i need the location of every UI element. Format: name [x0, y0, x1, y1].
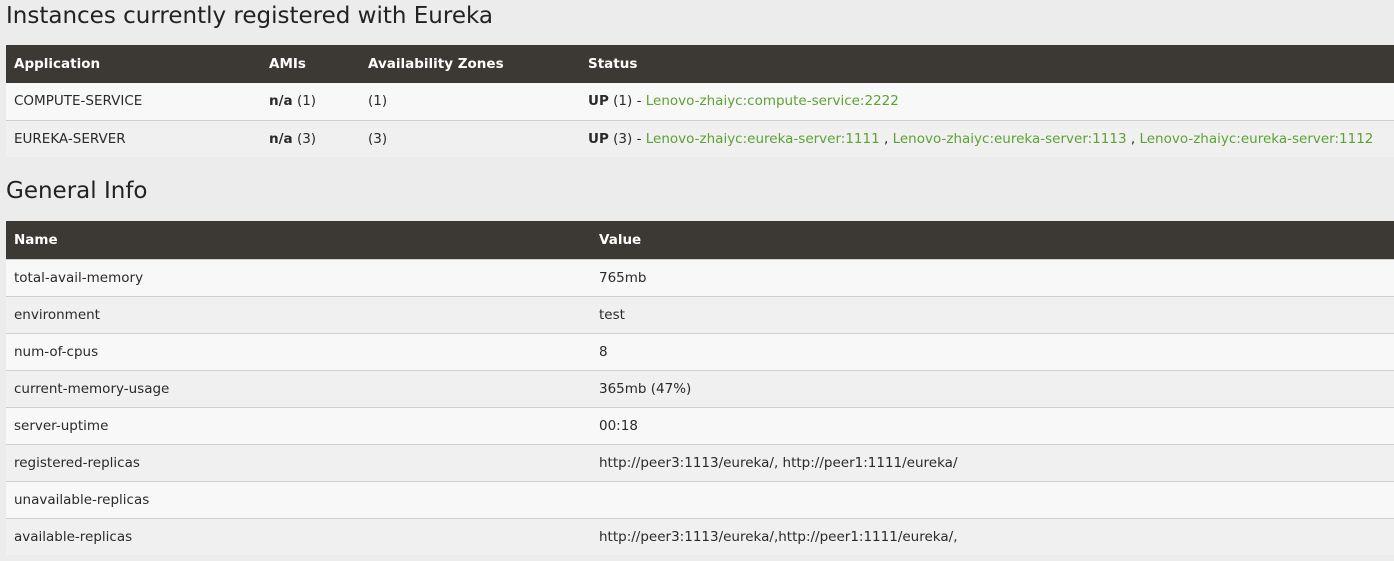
- info-name: registered-replicas: [6, 443, 591, 481]
- column-header-status: Status: [580, 45, 1394, 83]
- column-header-availability-zones: Availability Zones: [360, 45, 580, 83]
- status-count: (3) -: [613, 130, 642, 147]
- info-name: num-of-cpus: [6, 332, 591, 370]
- column-header-amis: AMIs: [261, 45, 360, 83]
- availability-zones-cell: (3): [360, 119, 580, 157]
- table-row: num-of-cpus 8: [6, 332, 1394, 370]
- info-value: 00:18: [591, 406, 1394, 444]
- application-name: EUREKA-SERVER: [6, 119, 261, 157]
- general-info-section-title: General Info: [6, 178, 148, 204]
- link-separator: ,: [884, 130, 889, 147]
- availability-zones-cell: (1): [360, 83, 580, 120]
- table-row: total-avail-memory 765mb: [6, 258, 1394, 296]
- instances-section-title: Instances currently registered with Eure…: [6, 3, 493, 29]
- amis-count: (1): [296, 93, 317, 110]
- amis-cell: n/a (3): [261, 119, 360, 157]
- general-info-header-row: Name Value: [6, 221, 1394, 259]
- info-value: http://peer3:1113/eureka/,http://peer1:1…: [591, 517, 1394, 555]
- info-name: server-uptime: [6, 406, 591, 444]
- info-name: available-replicas: [6, 517, 591, 555]
- table-row: available-replicas http://peer3:1113/eur…: [6, 517, 1394, 555]
- instance-link[interactable]: Lenovo-zhaiyc:eureka-server:1113: [893, 131, 1127, 147]
- instance-link[interactable]: Lenovo-zhaiyc:compute-service:2222: [646, 93, 899, 109]
- column-header-application: Application: [6, 45, 261, 83]
- table-row: server-uptime 00:18: [6, 406, 1394, 444]
- table-row: COMPUTE-SERVICE n/a (1) (1) UP (1) - Len…: [6, 83, 1394, 120]
- info-value: 8: [591, 332, 1394, 370]
- info-value: 765mb: [591, 258, 1394, 296]
- info-value: [591, 480, 1394, 518]
- application-name: COMPUTE-SERVICE: [6, 83, 261, 120]
- status-cell: UP (3) - Lenovo-zhaiyc:eureka-server:111…: [580, 119, 1394, 157]
- info-name: total-avail-memory: [6, 258, 591, 296]
- general-info-table: Name Value total-avail-memory 765mb envi…: [6, 221, 1394, 555]
- status-cell: UP (1) - Lenovo-zhaiyc:compute-service:2…: [580, 83, 1394, 120]
- amis-label: n/a: [269, 93, 293, 110]
- table-row: unavailable-replicas: [6, 480, 1394, 518]
- status-count: (1) -: [613, 93, 642, 110]
- amis-count: (3): [296, 130, 317, 147]
- info-name: environment: [6, 295, 591, 333]
- amis-cell: n/a (1): [261, 83, 360, 120]
- info-name: current-memory-usage: [6, 369, 591, 407]
- status-label: UP: [588, 130, 609, 147]
- info-name: unavailable-replicas: [6, 480, 591, 518]
- instances-header-row: Application AMIs Availability Zones Stat…: [6, 45, 1394, 83]
- table-row: registered-replicas http://peer3:1113/eu…: [6, 443, 1394, 481]
- link-separator: ,: [1130, 130, 1136, 147]
- instances-table: Application AMIs Availability Zones Stat…: [6, 45, 1394, 157]
- column-header-name: Name: [6, 221, 591, 259]
- table-row: EUREKA-SERVER n/a (3) (3) UP (3) - Lenov…: [6, 119, 1394, 157]
- table-row: current-memory-usage 365mb (47%): [6, 369, 1394, 407]
- instance-link[interactable]: Lenovo-zhaiyc:eureka-server:1111: [646, 131, 880, 147]
- status-label: UP: [588, 93, 609, 110]
- info-value: http://peer3:1113/eureka/, http://peer1:…: [591, 443, 1394, 481]
- column-header-value: Value: [591, 221, 1394, 259]
- info-value: test: [591, 295, 1394, 333]
- amis-label: n/a: [269, 130, 293, 147]
- table-row: environment test: [6, 295, 1394, 333]
- info-value: 365mb (47%): [591, 369, 1394, 407]
- instance-link[interactable]: Lenovo-zhaiyc:eureka-server:1112: [1139, 131, 1373, 147]
